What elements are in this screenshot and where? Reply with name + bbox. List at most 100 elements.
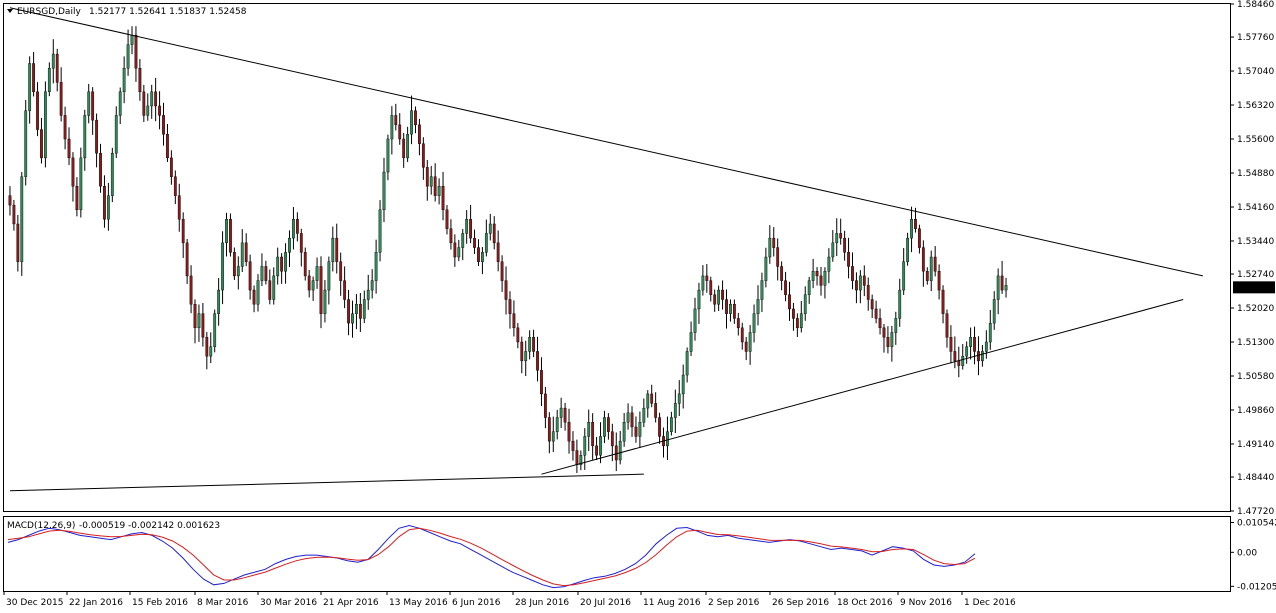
candle-body	[614, 445, 618, 461]
candle-body	[154, 91, 158, 107]
candle-body	[103, 186, 106, 220]
candle-body	[1000, 275, 1004, 291]
candle-body	[914, 219, 917, 229]
candle-body	[185, 242, 189, 277]
candle-body	[937, 270, 941, 291]
candle-body	[559, 407, 563, 418]
candle-body	[996, 275, 1000, 300]
candle-body	[894, 318, 898, 333]
candle-body	[921, 247, 925, 272]
candle-body	[669, 417, 673, 432]
candle-body	[311, 280, 315, 291]
candle-body	[177, 195, 181, 220]
candle-body	[343, 280, 347, 300]
candle-body	[429, 176, 433, 187]
candle-body	[95, 119, 98, 154]
candle-body	[862, 275, 866, 286]
ohlc-label: 1.52177 1.52641 1.51837 1.52458	[89, 7, 247, 17]
candle-body	[835, 233, 839, 244]
candle-body	[189, 275, 193, 305]
candle-body	[945, 313, 949, 338]
candle-body	[488, 223, 492, 234]
candle-body	[847, 252, 850, 267]
candle-body	[55, 53, 59, 83]
price-tick-label: 1.52020	[1237, 304, 1274, 314]
candle-body	[666, 431, 669, 447]
price-tick-label: 1.49860	[1237, 406, 1274, 416]
candle-body	[575, 450, 579, 465]
candle-body	[819, 275, 823, 286]
candle-body	[264, 266, 268, 281]
price-tick-label: 1.49140	[1237, 440, 1274, 450]
time-tick-label: 6 Jun 2016	[452, 598, 501, 608]
candle-body	[382, 171, 386, 211]
candle-body	[823, 270, 827, 286]
candle-body	[803, 294, 807, 314]
candle-body	[827, 256, 831, 272]
candle-body	[969, 337, 972, 347]
candle-body	[83, 115, 87, 159]
candle-body	[32, 63, 35, 93]
candle-body	[126, 44, 130, 69]
candle-body	[717, 289, 721, 305]
candle-body	[213, 313, 217, 347]
candle-body	[284, 252, 287, 272]
price-tick-label: 1.54160	[1237, 203, 1274, 213]
time-tick-label: 20 Jul 2016	[580, 598, 631, 608]
candle-body	[713, 294, 717, 305]
candle-body	[280, 256, 284, 272]
candle-body	[898, 289, 902, 319]
candle-body	[51, 53, 55, 69]
candle-body	[150, 91, 154, 107]
candle-body	[158, 105, 161, 116]
candle-body	[36, 91, 39, 130]
candle-body	[500, 261, 504, 281]
candle-body	[764, 256, 768, 281]
price-tick-label: 1.51300	[1237, 338, 1274, 348]
candle-body	[12, 204, 16, 225]
price-tick-label: 1.52740	[1237, 270, 1274, 280]
candle-body	[91, 91, 95, 121]
time-tick-label: 30 Mar 2016	[260, 598, 317, 608]
candle-body	[870, 299, 874, 310]
candle-body	[370, 280, 374, 291]
candle-body	[630, 412, 634, 428]
candle-body	[740, 327, 744, 343]
candle-body	[67, 138, 71, 159]
candle-body	[744, 341, 748, 352]
candle-body	[992, 299, 996, 324]
candle-body	[114, 115, 118, 154]
candle-body	[449, 228, 453, 244]
candle-body	[99, 152, 102, 187]
candle-body	[973, 337, 976, 352]
candle-body	[44, 91, 47, 159]
candle-body	[736, 318, 740, 329]
candle-body	[24, 110, 28, 177]
candle-body	[693, 308, 697, 333]
candle-body	[166, 134, 169, 159]
time-tick-label: 15 Feb 2016	[132, 598, 188, 608]
candle-body	[205, 337, 209, 357]
current-price-marker: 1.52458	[1233, 281, 1275, 294]
candle-body	[315, 266, 319, 281]
candle-body	[953, 351, 957, 362]
candle-body	[547, 417, 551, 442]
candle-body	[362, 299, 366, 319]
candle-body	[327, 261, 331, 291]
candle-body	[465, 219, 469, 234]
candle-body	[288, 237, 291, 253]
time-tick-label: 9 Nov 2016	[900, 598, 952, 608]
candle-body	[697, 289, 701, 310]
candle-body	[256, 280, 260, 305]
candle-body	[87, 91, 91, 116]
price-tick-label: 1.53440	[1237, 237, 1274, 247]
candle-body	[685, 351, 689, 376]
candle-body	[378, 209, 382, 253]
candle-body	[851, 266, 854, 281]
candle-body	[977, 351, 980, 362]
time-tick-label: 1 Dec 2016	[964, 598, 1016, 608]
candle-body	[276, 256, 280, 277]
candle-body	[551, 431, 555, 442]
candle-body	[756, 299, 760, 314]
candle-body	[406, 134, 410, 159]
